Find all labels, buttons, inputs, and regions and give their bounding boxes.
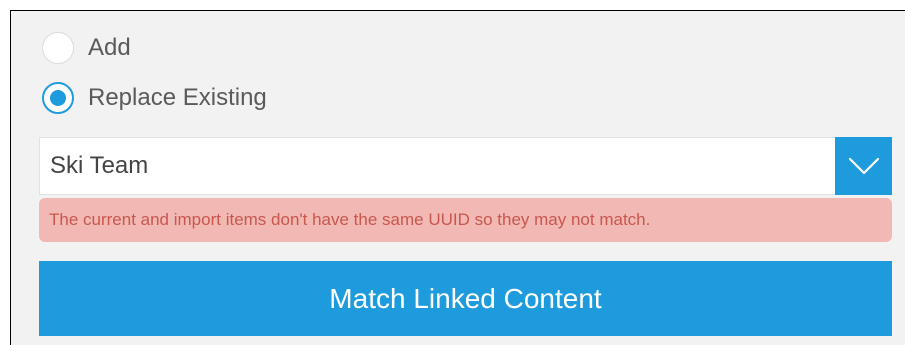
chevron-down-icon: [848, 157, 879, 174]
existing-item-dropdown[interactable]: Ski Team: [39, 136, 892, 195]
add-option-label: Add: [88, 34, 131, 61]
replace-existing-option-label: Replace Existing: [88, 84, 267, 111]
add-option[interactable]: Add: [42, 28, 131, 68]
radio-selected-dot: [50, 90, 66, 106]
warning-message: The current and import items don't have …: [49, 210, 651, 229]
match-linked-content-button[interactable]: Match Linked Content: [39, 261, 892, 336]
replace-existing-option[interactable]: Replace Existing: [42, 78, 267, 118]
uuid-mismatch-warning: The current and import items don't have …: [39, 198, 892, 242]
import-options-panel: Add Replace Existing Ski Team The curren…: [10, 10, 905, 345]
dropdown-toggle-button[interactable]: [835, 136, 892, 195]
add-radio-button[interactable]: [42, 32, 74, 64]
dropdown-selected-value: Ski Team: [50, 152, 149, 179]
replace-existing-radio-button[interactable]: [42, 82, 74, 114]
